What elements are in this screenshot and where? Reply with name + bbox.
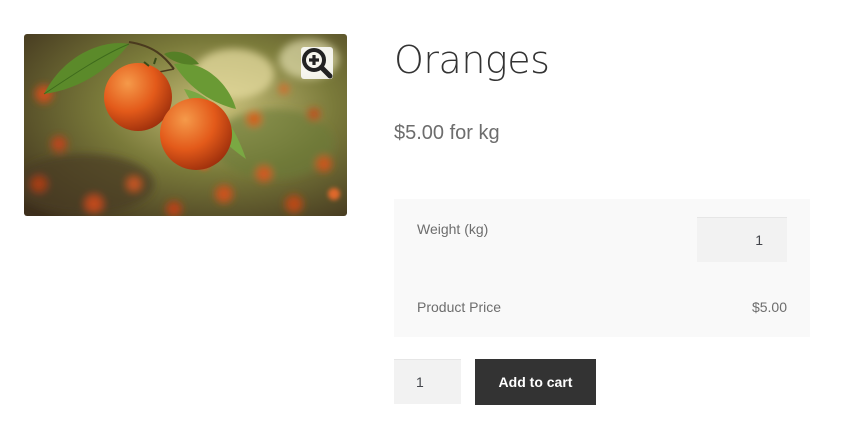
product-image[interactable]	[24, 34, 347, 216]
weight-row: Weight (kg)	[394, 199, 810, 279]
addon-table: Weight (kg) Product Price $5.00	[394, 199, 810, 337]
product-gallery[interactable]	[24, 34, 347, 216]
weight-input[interactable]	[697, 217, 787, 262]
price-label: Product Price	[417, 299, 502, 315]
add-to-cart-button[interactable]: Add to cart	[475, 359, 596, 405]
product-title: Oranges	[394, 38, 550, 82]
magnifier-plus-icon	[302, 48, 333, 79]
product-price: $5.00 for kg	[394, 122, 500, 144]
weight-label: Weight (kg)	[417, 221, 489, 237]
quantity-input[interactable]	[394, 359, 461, 404]
zoom-button[interactable]	[301, 47, 333, 79]
price-row: Product Price $5.00	[394, 279, 810, 337]
price-value: $5.00	[751, 299, 787, 315]
